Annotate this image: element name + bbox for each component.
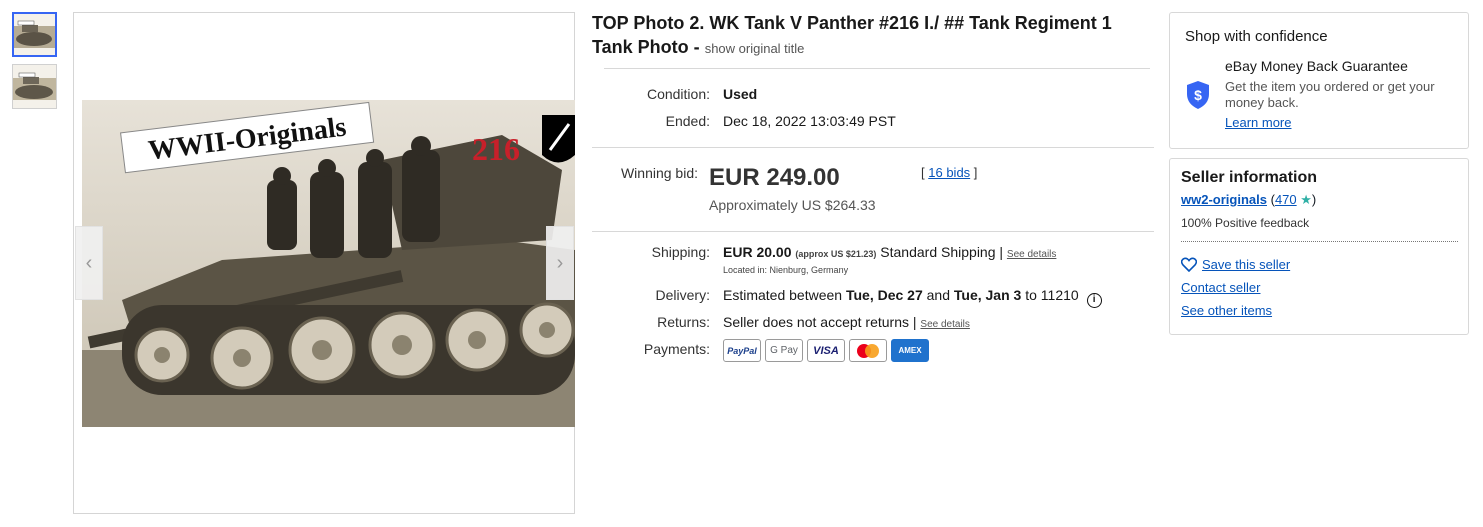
amex-icon: AMEX [891, 339, 929, 362]
delivery-prefix: Estimated between [723, 287, 843, 303]
shipping-method: Standard Shipping | [880, 244, 1004, 260]
seller-info-title: Seller information [1181, 169, 1318, 186]
shipping-value: EUR 20.00 (approx US $21.23) Standard Sh… [723, 244, 1056, 260]
divider-3 [592, 231, 1154, 232]
info-icon[interactable]: i [1086, 293, 1102, 308]
save-seller-link[interactable]: Save this seller [1180, 257, 1291, 275]
mastercard-circles [857, 343, 879, 358]
delivery-label: Delivery: [655, 287, 710, 303]
returns-value: Seller does not accept returns | See det… [723, 314, 970, 330]
payments-label: Payments: [643, 341, 710, 357]
delivery-start: Tue, Dec 27 [845, 287, 923, 303]
ended-value: Dec 18, 2022 13:03:49 PST [723, 113, 896, 129]
next-image-button[interactable]: › [546, 226, 574, 300]
visa-icon: VISA [807, 339, 845, 362]
shipping-price: EUR 20.00 [723, 244, 792, 260]
thumbnail-2[interactable] [12, 64, 57, 109]
money-back-guarantee-title: eBay Money Back Guarantee [1225, 58, 1408, 74]
ended-label: Ended: [665, 113, 710, 129]
item-title-text: TOP Photo 2. WK Tank V Panther #216 I./ … [592, 13, 1112, 57]
seller-name-link[interactable]: ww2-originals [1181, 192, 1267, 207]
chevron-left-icon: ‹ [85, 251, 93, 274]
see-other-items-link[interactable]: See other items [1181, 303, 1272, 318]
feedback-score-link[interactable]: 470 [1275, 192, 1297, 207]
returns-text: Seller does not accept returns | [723, 314, 917, 330]
condition-label: Condition: [646, 86, 710, 102]
payment-methods: PayPal G Pay VISA AMEX [723, 339, 929, 362]
divider-1 [604, 68, 1150, 69]
returns-label: Returns: [657, 314, 710, 330]
heart-icon [1180, 257, 1198, 275]
star-icon: ★ [1300, 192, 1312, 207]
item-location: Located in: Nienburg, Germany [723, 265, 849, 275]
condition-value: Used [723, 86, 758, 102]
paypal-icon: PayPal [723, 339, 761, 362]
chevron-right-icon: › [556, 251, 564, 274]
delivery-value: Estimated between Tue, Dec 27 and Tue, J… [723, 287, 1102, 308]
bid-count-close: ] [973, 165, 978, 180]
mastercard-icon [849, 339, 887, 362]
positive-feedback: 100% Positive feedback [1181, 216, 1310, 230]
delivery-and: and [926, 287, 950, 303]
money-back-guarantee-text: Get the item you ordered or get your mon… [1225, 79, 1435, 110]
returns-see-details-link[interactable]: See details [920, 319, 969, 330]
seller-information-card: Seller information ww2-originals (470 ★)… [1169, 158, 1469, 335]
delivery-end: Tue, Jan 3 [953, 287, 1022, 303]
shield-dollar-icon: $ [1185, 80, 1211, 115]
shipping-approx: (approx US $21.23) [795, 249, 877, 259]
thumbnail-1-image [14, 14, 55, 55]
shipping-see-details-link[interactable]: See details [1007, 249, 1056, 260]
tank-photo[interactable]: WWII-Originals 216 [82, 100, 575, 427]
delivery-zip: to 11210 [1025, 287, 1079, 303]
winning-bid-approx: Approximately US $264.33 [709, 197, 876, 213]
confidence-title: Shop with confidence [1185, 28, 1328, 45]
google-pay-icon: G Pay [765, 339, 803, 362]
winning-bid-label: Winning bid: [620, 165, 698, 181]
winning-bid-price: EUR 249.00 [709, 164, 840, 191]
shop-with-confidence-card: Shop with confidence $ eBay Money Back G… [1169, 12, 1469, 149]
divider-2 [592, 147, 1154, 148]
tank-number-text: 216 [472, 131, 520, 167]
svg-text:$: $ [1194, 87, 1202, 103]
save-seller-text: Save this seller [1202, 257, 1291, 272]
main-image-frame: WWII-Originals 216 ‹ › [73, 12, 575, 514]
score-close: ) [1311, 192, 1317, 207]
thumbnail-2-image [13, 65, 56, 108]
previous-image-button[interactable]: ‹ [75, 226, 103, 300]
bid-count-link[interactable]: 16 bids [928, 165, 970, 180]
bid-count-open: [ [921, 165, 925, 180]
learn-more-link[interactable]: Learn more [1225, 115, 1291, 130]
seller-divider [1181, 241, 1458, 242]
tank-photo-image: WWII-Originals 216 [82, 100, 575, 427]
show-original-title-link[interactable]: show original title [705, 41, 805, 56]
contact-seller-link[interactable]: Contact seller [1181, 280, 1260, 295]
seller-name-row: ww2-originals (470 ★) [1181, 192, 1316, 208]
shipping-label: Shipping: [651, 244, 710, 260]
thumbnail-1[interactable] [12, 12, 57, 57]
bid-count: [ 16 bids ] [921, 165, 977, 180]
item-title: TOP Photo 2. WK Tank V Panther #216 I./ … [592, 11, 1152, 61]
